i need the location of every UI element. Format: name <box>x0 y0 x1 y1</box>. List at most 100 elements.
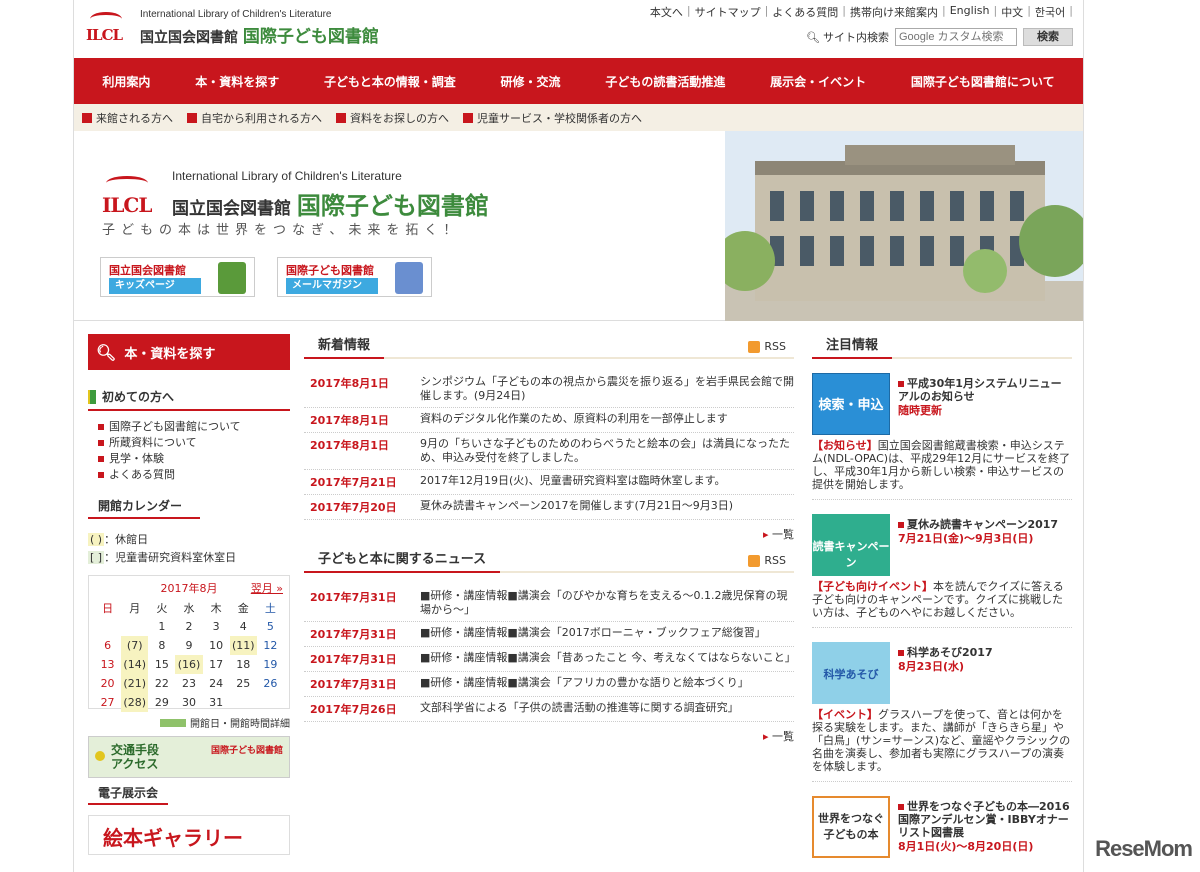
news-row[interactable]: 2017年7月20日 夏休み読書キャンペーン2017を開催します(7月21日～9月… <box>304 495 794 520</box>
search-input[interactable] <box>895 28 1017 46</box>
news-text[interactable]: 2017年12月19日(火)、児童書研究資料室は臨時休室します。 <box>420 474 725 488</box>
top-link-sitemap[interactable]: サイトマップ <box>695 4 761 20</box>
link-about-library[interactable]: 国際子ども図書館について <box>98 419 290 435</box>
calendar-day[interactable]: 12 <box>257 636 284 655</box>
news-text[interactable]: 夏休み読書キャンペーン2017を開催します(7月21日～9月3日) <box>420 499 733 513</box>
calendar-day[interactable]: 4 <box>230 617 257 636</box>
audience-home[interactable]: 自宅から利用される方へ <box>187 110 322 126</box>
calendar-day[interactable]: 9 <box>175 636 202 655</box>
calendar-day[interactable]: 18 <box>230 655 257 674</box>
search-button[interactable]: 検索 <box>1023 28 1073 46</box>
calendar-day[interactable]: 30 <box>175 693 202 712</box>
calendar-day[interactable]: 24 <box>203 674 230 693</box>
kids-news-rss-link[interactable]: RSS <box>748 554 794 567</box>
nav-training[interactable]: 研修・交流 <box>501 73 561 90</box>
audience-school[interactable]: 児童サービス・学校関係者の方へ <box>463 110 642 126</box>
news-rss-link[interactable]: RSS <box>748 340 794 353</box>
nav-about[interactable]: 国際子ども図書館について <box>911 73 1055 90</box>
news-header: 新着情報 RSS <box>304 334 794 359</box>
featured-item[interactable]: 検索・申込 平成30年1月システムリニューアルのお知らせ 随時更新 <box>812 373 1072 435</box>
calendar-day[interactable]: 27 <box>94 693 121 712</box>
news-text[interactable]: 文部科学省による「子供の読書活動の推進等に関する調査研究」 <box>420 701 739 715</box>
calendar-day[interactable]: 1 <box>148 617 175 636</box>
calendar-next-month[interactable]: 翌月 » <box>251 580 283 596</box>
kids-page-button[interactable]: 国立国会図書館 キッズページ <box>100 257 255 297</box>
top-link-korean[interactable]: 한국어 <box>1035 4 1065 20</box>
audience-visitors[interactable]: 来館される方へ <box>82 110 173 126</box>
news-more-link[interactable]: 一覧 <box>304 520 794 548</box>
news-text[interactable]: ■研修・講座情報■講演会「アフリカの豊かな語りと絵本づくり」 <box>420 676 749 690</box>
calendar-day[interactable]: (7) <box>121 636 149 655</box>
logo-japanese: 国立国会図書館 国際子ども図書館 <box>140 27 379 47</box>
kids-news-more-link[interactable]: 一覧 <box>304 722 794 750</box>
calendar-day[interactable]: (28) <box>121 693 149 712</box>
featured-item[interactable]: 世界をつなぐ子どもの本 世界をつなぐ子どもの本―2016国際アンデルセン賞・IB… <box>812 796 1072 858</box>
news-text[interactable]: 9月の「ちいさな子どものためのわらべうたと絵本の会」は満員になったため、申込み受… <box>420 437 794 465</box>
top-link-english[interactable]: English <box>950 4 990 20</box>
calendar-day[interactable]: 20 <box>94 674 121 693</box>
calendar-day[interactable]: (21) <box>121 674 149 693</box>
calendar-day <box>257 693 284 712</box>
news-text[interactable]: 資料のデジタル化作業のため、原資料の利用を一部停止します <box>420 412 728 426</box>
news-text[interactable]: ■研修・講座情報■講演会「のびやかな育ちを支える～0.1.2歳児保育の現場から～… <box>420 589 794 617</box>
nav-info-research[interactable]: 子どもと本の情報・調査 <box>324 73 456 90</box>
nav-exhibitions[interactable]: 展示会・イベント <box>770 73 866 90</box>
top-link-mobile[interactable]: 携帯向け来館案内 <box>850 4 938 20</box>
news-row[interactable]: 2017年8月1日 資料のデジタル化作業のため、原資料の利用を一部停止します <box>304 408 794 433</box>
picture-book-gallery-banner[interactable]: 絵本ギャラリー <box>88 815 290 855</box>
news-text[interactable]: シンポジウム「子どもの本の視点から震災を振り返る」を岩手県民会館で開催します。(… <box>420 375 794 403</box>
computer-icon <box>187 112 197 123</box>
calendar-day[interactable]: 15 <box>148 655 175 674</box>
calendar-day[interactable]: 8 <box>148 636 175 655</box>
calendar-day[interactable]: 31 <box>203 693 230 712</box>
calendar-day[interactable]: 10 <box>203 636 230 655</box>
news-row[interactable]: 2017年8月1日 9月の「ちいさな子どものためのわらべうたと絵本の会」は満員にな… <box>304 433 794 470</box>
calendar-day[interactable]: 13 <box>94 655 121 674</box>
calendar-day[interactable]: 26 <box>257 674 284 693</box>
access-banner[interactable]: 交通手段 アクセス 国際子ども図書館 <box>88 736 290 778</box>
top-link-main[interactable]: 本文へ <box>650 4 683 20</box>
news-row[interactable]: 2017年7月31日 ■研修・講座情報■講演会「2017ボローニャ・ブックフェア総… <box>304 622 794 647</box>
news-row[interactable]: 2017年7月21日 2017年12月19日(火)、児童書研究資料室は臨時休室しま… <box>304 470 794 495</box>
calendar-day[interactable]: 17 <box>203 655 230 674</box>
news-date: 2017年7月21日 <box>310 476 397 489</box>
featured-column: 注目情報 検索・申込 平成30年1月システムリニューアルのお知らせ 随時更新 【お… <box>812 334 1072 858</box>
calendar-day[interactable]: 2 <box>175 617 202 636</box>
calendar-day[interactable]: (11) <box>229 636 257 655</box>
calendar-day[interactable]: 19 <box>257 655 284 674</box>
opening-hours-link[interactable]: 開館日・開館時間詳細 <box>88 715 290 730</box>
nav-guide[interactable]: 利用案内 <box>102 73 150 90</box>
featured-item[interactable]: 読書キャンペーン 夏休み読書キャンペーン2017 7月21日(金)～9月3日(日) <box>812 514 1072 576</box>
calendar-day[interactable]: 3 <box>203 617 230 636</box>
news-date: 2017年7月31日 <box>310 591 397 604</box>
calendar-day[interactable]: 25 <box>230 674 257 693</box>
link-collections[interactable]: 所蔵資料について <box>98 435 290 451</box>
link-tour[interactable]: 見学・体験 <box>98 451 290 467</box>
news-row[interactable]: 2017年7月31日 ■研修・講座情報■講演会「のびやかな育ちを支える～0.1.2… <box>304 585 794 622</box>
calendar-day[interactable]: 29 <box>148 693 175 712</box>
news-text[interactable]: ■研修・講座情報■講演会「昔あったこと 今、考えなくてはならないこと」 <box>420 651 796 665</box>
top-link-chinese[interactable]: 中文 <box>1001 4 1023 20</box>
mail-magazine-button[interactable]: 国際子ども図書館 メールマガジン <box>277 257 432 297</box>
nav-reading-promotion[interactable]: 子どもの読書活動推進 <box>605 73 725 90</box>
top-link-faq[interactable]: よくある質問 <box>772 4 838 20</box>
featured-item[interactable]: 科学あそび 科学あそび2017 8月23日(水) <box>812 642 1072 704</box>
calendar-day[interactable]: (16) <box>175 655 203 674</box>
news-text[interactable]: ■研修・講座情報■講演会「2017ボローニャ・ブックフェア総復習」 <box>420 626 766 640</box>
news-row[interactable]: 2017年7月31日 ■研修・講座情報■講演会「昔あったこと 今、考えなくてはなら… <box>304 647 796 672</box>
calendar-day[interactable]: (14) <box>121 655 149 674</box>
nav-find-books[interactable]: 本・資料を探す <box>195 73 279 90</box>
news-date: 2017年8月1日 <box>310 377 389 390</box>
news-row[interactable]: 2017年7月26日 文部科学省による「子供の読書活動の推進等に関する調査研究」 <box>304 697 794 722</box>
calendar-day[interactable]: 6 <box>94 636 121 655</box>
audience-searchers[interactable]: 資料をお探しの方へ <box>336 110 449 126</box>
news-row[interactable]: 2017年8月1日 シンポジウム「子どもの本の視点から震災を振り返る」を岩手県民会… <box>304 371 794 408</box>
link-faq[interactable]: よくある質問 <box>98 467 290 483</box>
find-books-header[interactable]: 🔍︎ 本・資料を探す <box>88 334 290 370</box>
calendar-day[interactable]: 5 <box>257 617 284 636</box>
calendar-day[interactable]: 22 <box>148 674 175 693</box>
weekday-label: 月 <box>129 601 141 615</box>
site-logo[interactable]: ILCL International Library of Children's… <box>84 8 379 48</box>
news-row[interactable]: 2017年7月31日 ■研修・講座情報■講演会「アフリカの豊かな語りと絵本づくり」 <box>304 672 794 697</box>
calendar-day[interactable]: 23 <box>175 674 202 693</box>
